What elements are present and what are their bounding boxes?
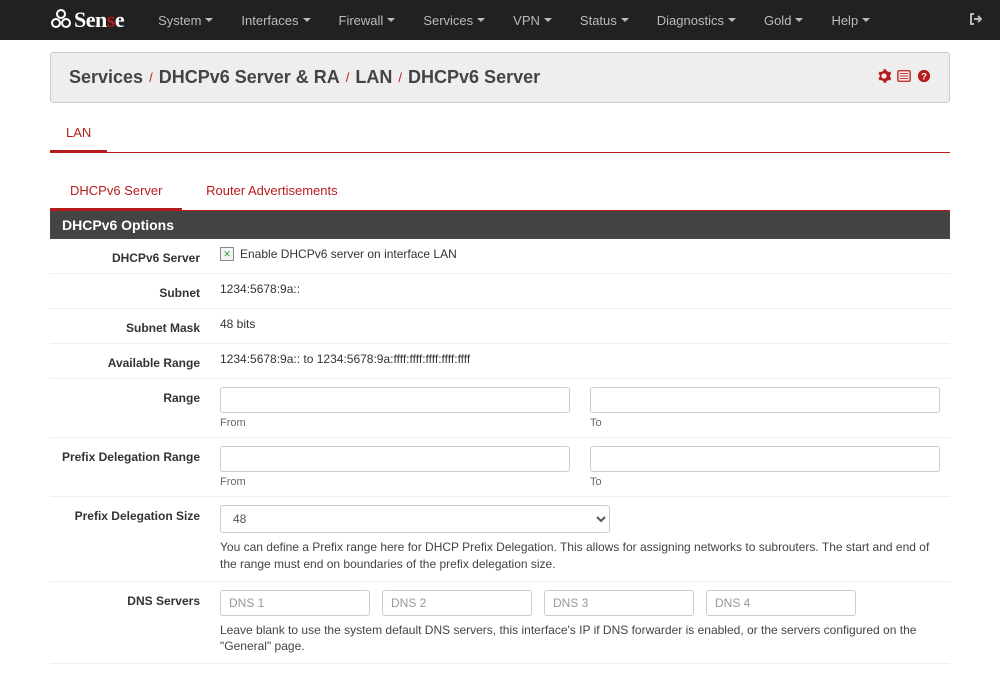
label-range: Range <box>50 379 210 438</box>
log-icon[interactable] <box>897 69 911 86</box>
logo-circles-icon <box>50 8 72 33</box>
brand-text: Sense <box>74 7 124 33</box>
sub-tabs: DHCPv6 Server Router Advertisements <box>50 173 950 211</box>
label-pd-size: Prefix Delegation Size <box>50 497 210 582</box>
page-content: Services / DHCPv6 Server & RA / LAN / DH… <box>0 40 1000 676</box>
value-subnet: 1234:5678:9a:: <box>210 274 950 309</box>
range-to-input[interactable] <box>590 387 940 413</box>
nav-help[interactable]: Help <box>817 0 884 40</box>
caret-icon <box>862 18 870 22</box>
dns-help: Leave blank to use the system default DN… <box>220 622 940 656</box>
range-to-sublabel: To <box>590 417 940 429</box>
label-dns-servers: DNS Servers <box>50 581 210 664</box>
dns3-input[interactable] <box>544 590 694 616</box>
caret-icon <box>387 18 395 22</box>
panel-heading: DHCPv6 Options <box>50 211 950 239</box>
interface-tabs: LAN <box>50 115 950 153</box>
logout-button[interactable] <box>968 11 984 30</box>
options-form: DHCPv6 Server ✕ Enable DHCPv6 server on … <box>50 239 950 664</box>
nav-diagnostics[interactable]: Diagnostics <box>643 0 750 40</box>
breadcrumb-actions: ? <box>877 69 931 86</box>
caret-icon <box>795 18 803 22</box>
dns4-input[interactable] <box>706 590 856 616</box>
nav-vpn[interactable]: VPN <box>499 0 566 40</box>
nav-firewall[interactable]: Firewall <box>325 0 410 40</box>
dns2-input[interactable] <box>382 590 532 616</box>
label-subnet: Subnet <box>50 274 210 309</box>
value-available-range: 1234:5678:9a:: to 1234:5678:9a:ffff:ffff… <box>210 344 950 379</box>
caret-icon <box>728 18 736 22</box>
nav-menu: System Interfaces Firewall Services VPN … <box>144 0 884 40</box>
pd-size-select[interactable]: 48 <box>220 505 610 533</box>
caret-icon <box>621 18 629 22</box>
breadcrumb-dhcpv6ra[interactable]: DHCPv6 Server & RA <box>159 67 340 88</box>
caret-icon <box>544 18 552 22</box>
nav-interfaces[interactable]: Interfaces <box>227 0 324 40</box>
nav-services[interactable]: Services <box>409 0 499 40</box>
nav-system[interactable]: System <box>144 0 227 40</box>
dns1-input[interactable] <box>220 590 370 616</box>
tab-router-advertisements[interactable]: Router Advertisements <box>186 173 358 208</box>
nav-gold[interactable]: Gold <box>750 0 817 40</box>
tab-lan[interactable]: LAN <box>50 115 107 153</box>
pd-range-to-sublabel: To <box>590 476 940 488</box>
top-navbar: Sense System Interfaces Firewall Service… <box>0 0 1000 40</box>
breadcrumb-services[interactable]: Services <box>69 67 143 88</box>
range-from-sublabel: From <box>220 417 570 429</box>
brand-logo[interactable]: Sense <box>50 7 124 33</box>
caret-icon <box>477 18 485 22</box>
label-available-range: Available Range <box>50 344 210 379</box>
pd-range-from-input[interactable] <box>220 446 570 472</box>
help-icon[interactable]: ? <box>917 69 931 86</box>
pd-range-from-sublabel: From <box>220 476 570 488</box>
caret-icon <box>303 18 311 22</box>
svg-text:?: ? <box>921 72 927 83</box>
pd-range-to-input[interactable] <box>590 446 940 472</box>
logout-icon <box>968 11 984 27</box>
pd-size-help: You can define a Prefix range here for D… <box>220 539 940 573</box>
label-dhcpv6-server: DHCPv6 Server <box>50 239 210 274</box>
label-pd-range: Prefix Delegation Range <box>50 438 210 497</box>
tab-dhcpv6-server[interactable]: DHCPv6 Server <box>50 173 182 211</box>
range-from-input[interactable] <box>220 387 570 413</box>
nav-status[interactable]: Status <box>566 0 643 40</box>
breadcrumb-current: DHCPv6 Server <box>408 67 540 88</box>
breadcrumb-lan[interactable]: LAN <box>355 67 392 88</box>
value-subnet-mask: 48 bits <box>210 309 950 344</box>
breadcrumb: Services / DHCPv6 Server & RA / LAN / DH… <box>50 52 950 103</box>
enable-dhcpv6-checkbox[interactable]: ✕ <box>220 247 234 261</box>
caret-icon <box>205 18 213 22</box>
gear-icon[interactable] <box>877 69 891 86</box>
label-subnet-mask: Subnet Mask <box>50 309 210 344</box>
enable-dhcpv6-label: Enable DHCPv6 server on interface LAN <box>240 247 457 261</box>
